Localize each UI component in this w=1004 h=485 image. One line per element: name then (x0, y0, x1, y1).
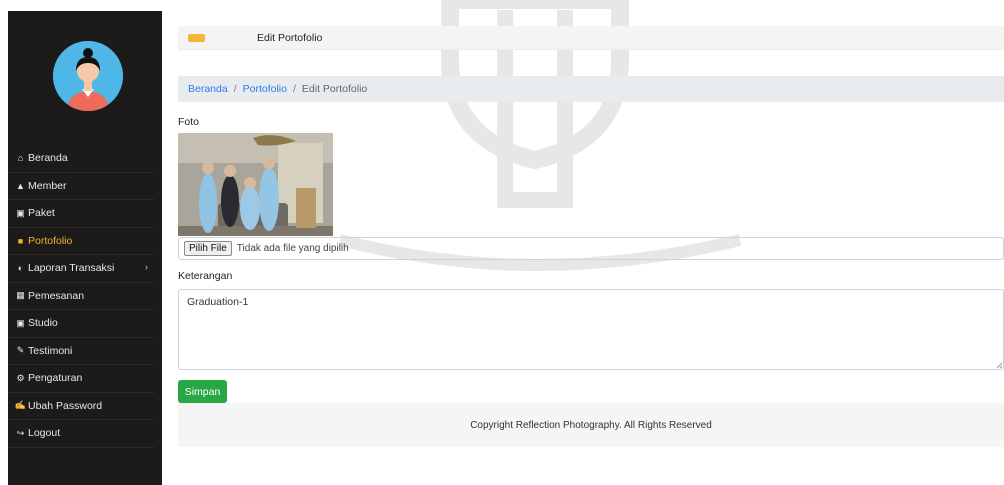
sidebar-item-label: Beranda (28, 152, 68, 165)
chevron-right-icon: › (145, 262, 148, 272)
description-textarea[interactable]: Graduation-1 (178, 289, 1004, 370)
sidebar-item-pengaturan[interactable]: ⚙ Pengaturan (8, 365, 154, 393)
sidebar-toggle-button[interactable] (188, 34, 205, 42)
sidebar-item-member[interactable]: ▲ Member (8, 173, 154, 200)
sidebar-item-beranda[interactable]: ⌂ Beranda (8, 145, 154, 173)
avatar-icon (53, 41, 123, 111)
photo-label: Foto (178, 116, 200, 128)
breadcrumb: Beranda / Portofolio / Edit Portofolio (178, 76, 1004, 102)
breadcrumb-home-link[interactable]: Beranda (188, 83, 228, 95)
breadcrumb-current: Edit Portofolio (301, 83, 368, 95)
logout-icon: ↪ (16, 427, 25, 438)
user-icon: ▲ (16, 180, 25, 191)
image-icon: ▣ (16, 207, 25, 218)
portfolio-photo-image (178, 133, 333, 236)
sidebar-item-studio[interactable]: ▣ Studio (8, 310, 154, 338)
sidebar-item-label: Testimoni (28, 344, 73, 357)
sidebar-item-logout[interactable]: ↪ Logout (8, 420, 154, 448)
sidebar-item-laporan-transaksi[interactable]: ◐ Laporan Transaksi › (8, 255, 154, 283)
calendar-icon: ▦ (16, 290, 25, 301)
file-input[interactable]: Pilih File Tidak ada file yang dipilih (178, 237, 1004, 260)
book-icon: ■ (17, 235, 24, 246)
home-icon: ⌂ (17, 153, 24, 164)
breadcrumb-separator: / (292, 83, 296, 95)
pencil-icon: ✎ (16, 345, 25, 356)
breadcrumb-portofolio-link[interactable]: Portofolio (243, 83, 287, 95)
sidebar-item-pemesanan[interactable]: ▦ Pemesanan (8, 283, 154, 310)
footer: Copyright Reflection Photography. All Ri… (178, 403, 1004, 447)
sidebar-item-label: Ubah Password (28, 399, 103, 412)
description-label: Keterangan (178, 270, 233, 282)
sidebar-item-paket[interactable]: ▣ Paket (8, 200, 154, 228)
sidebar-item-label: Logout (28, 427, 61, 440)
sidebar-item-label: Portofolio (28, 234, 73, 247)
sidebar-item-label: Pengaturan (28, 372, 83, 385)
edit-icon: ✍ (14, 400, 27, 411)
resize-grip-icon[interactable] (996, 362, 1003, 369)
sidebar-item-label: Pemesanan (28, 289, 85, 302)
copyright-text: Copyright Reflection Photography. All Ri… (470, 419, 712, 431)
breadcrumb-separator: / (233, 83, 237, 95)
portfolio-photo (178, 133, 333, 236)
sidebar-item-label: Member (28, 179, 67, 192)
page-title: Edit Portofolio (257, 32, 323, 44)
report-icon: ◐ (17, 263, 24, 274)
gear-icon: ⚙ (16, 372, 25, 383)
choose-file-button[interactable]: Pilih File (184, 241, 232, 256)
sidebar-item-label: Laporan Transaksi (28, 262, 115, 275)
sidebar-item-label: Studio (28, 317, 58, 330)
top-bar: Edit Portofolio (178, 26, 1004, 50)
save-button[interactable]: Simpan (178, 380, 227, 403)
sidebar-item-ubah-password[interactable]: ✍ Ubah Password (8, 393, 154, 420)
file-status-text: Tidak ada file yang dipilih (236, 243, 349, 254)
sidebar-item-testimoni[interactable]: ✎ Testimoni (8, 338, 154, 365)
sidebar-item-portofolio[interactable]: ■ Portofolio (8, 228, 154, 255)
studio-icon: ▣ (16, 317, 25, 328)
sidebar-menu: ⌂ Beranda ▲ Member ▣ Paket ■ Portofolio ◐ Lap… (8, 145, 162, 448)
page: ⌂ Beranda ▲ Member ▣ Paket ■ Portofolio ◐ Lap… (0, 0, 1004, 485)
avatar (53, 41, 123, 111)
sidebar: ⌂ Beranda ▲ Member ▣ Paket ■ Portofolio ◐ Lap… (8, 11, 162, 485)
sidebar-item-label: Paket (28, 207, 55, 220)
